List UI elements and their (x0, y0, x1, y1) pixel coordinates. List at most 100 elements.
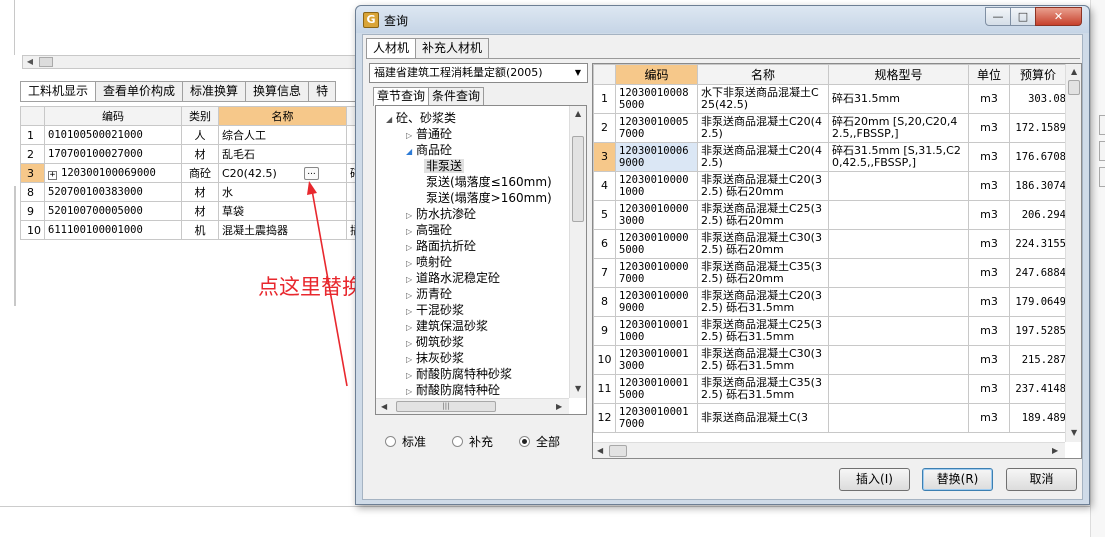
row-code[interactable]: +120300100069000 (44, 163, 182, 183)
minimize-icon[interactable]: — (985, 7, 1011, 26)
upper-horizontal-scrollbar[interactable]: ◀ (22, 55, 362, 69)
row-unit[interactable]: m3 (968, 84, 1010, 114)
table-row[interactable]: 7 120300100007000 非泵送商品混凝土C35(32.5) 砾石20mm… (593, 258, 1067, 288)
scroll-thumb[interactable] (572, 136, 584, 222)
tree-horizontal-scrollbar[interactable]: ◀ ||| ▶ (376, 398, 569, 414)
table-row[interactable]: 8 520700100383000 材 水 (20, 182, 387, 202)
row-spec[interactable] (828, 200, 969, 230)
col-header-name[interactable]: 名称 (218, 106, 347, 126)
row-code[interactable]: 611100100001000 (44, 220, 182, 240)
left-splitter[interactable] (14, 186, 20, 306)
row-code[interactable]: 120300100017000 (615, 403, 698, 433)
row-category[interactable]: 人 (181, 125, 219, 145)
radio-standard[interactable]: 标准 (385, 433, 426, 450)
row-spec[interactable] (828, 345, 969, 375)
row-code[interactable]: 520700100383000 (44, 182, 182, 202)
table-row-selected[interactable]: 3 +120300100069000 商砼 C20(42.5) 碎石3 (20, 163, 387, 183)
row-code[interactable]: 120300100011000 (615, 316, 698, 346)
replace-material-button[interactable]: ... (304, 167, 319, 180)
dialog-titlebar[interactable]: G 查询 — □ ✕ (356, 6, 1089, 33)
tab-condition-query[interactable]: 条件查询 (428, 87, 485, 105)
row-price[interactable]: 224.3155 (1009, 229, 1067, 259)
row-spec[interactable]: 碎石31.5mm (828, 84, 969, 114)
row-code[interactable]: 010100500021000 (44, 125, 182, 145)
side-button[interactable] (1099, 115, 1105, 135)
tree-item[interactable]: ▷ 路面抗折砼 (406, 238, 476, 254)
scroll-left-icon[interactable]: ◀ (381, 402, 387, 411)
tree-expanded-icon[interactable]: ◢ (386, 112, 396, 128)
radio-circle[interactable] (452, 436, 464, 447)
row-spec[interactable]: 碎石20mm [S,20,C20,42.5,,FBSSP,] (828, 113, 969, 143)
tree-item[interactable]: ▷ 干混砂浆 (406, 302, 464, 318)
side-button[interactable] (1099, 141, 1105, 161)
row-name[interactable]: C20(42.5) (218, 163, 347, 183)
row-name[interactable]: 非泵送商品混凝土C20(42.5) (697, 142, 829, 172)
col-header-code[interactable]: 编码 (615, 64, 698, 85)
tab-conversion-info[interactable]: 换算信息 (245, 81, 310, 101)
row-code[interactable]: 120300100007000 (615, 258, 698, 288)
tree-item[interactable]: ◢ 砼、砂浆类 (386, 110, 456, 126)
row-unit[interactable]: m3 (968, 171, 1010, 201)
table-row[interactable]: 2 120300100057000 非泵送商品混凝土C20(42.5) 碎石20mm … (593, 113, 1067, 143)
row-unit[interactable]: m3 (968, 229, 1010, 259)
row-spec[interactable] (828, 171, 969, 201)
row-spec[interactable] (828, 258, 969, 288)
row-price[interactable]: 197.5285 (1009, 316, 1067, 346)
row-unit[interactable]: m3 (968, 258, 1010, 288)
scroll-right-icon[interactable]: ▶ (556, 402, 562, 411)
table-row[interactable]: 4 120300100001000 非泵送商品混凝土C20(32.5) 砾石20mm… (593, 171, 1067, 201)
row-spec[interactable] (828, 229, 969, 259)
row-name[interactable]: 非泵送商品混凝土C20(42.5) (697, 113, 829, 143)
table-row[interactable]: 2 170700100027000 材 乱毛石 (20, 144, 387, 164)
radio-all[interactable]: 全部 (519, 433, 560, 450)
table-row[interactable]: 12 120300100017000 非泵送商品混凝土C(3 m3 189.489 (593, 403, 1067, 433)
expand-icon[interactable]: + (48, 170, 57, 180)
tab-materials[interactable]: 人材机 (366, 38, 417, 59)
replace-button[interactable]: 替换(R) (922, 468, 993, 491)
table-row[interactable]: 6 120300100005000 非泵送商品混凝土C30(32.5) 砾石20mm… (593, 229, 1067, 259)
row-price[interactable]: 186.3074 (1009, 171, 1067, 201)
tree-item-selected[interactable]: 非泵送 (424, 158, 465, 174)
scroll-up-icon[interactable]: ▲ (575, 109, 581, 118)
row-code[interactable]: 120300100009000 (615, 287, 698, 317)
result-vertical-scrollbar[interactable]: ▲ ▼ (1065, 64, 1081, 442)
tab-standard-conversion[interactable]: 标准换算 (182, 81, 247, 101)
row-code[interactable]: 120300100003000 (615, 200, 698, 230)
scroll-up-icon[interactable]: ▲ (1071, 67, 1077, 76)
row-unit[interactable]: m3 (968, 142, 1010, 172)
row-price[interactable]: 247.6884 (1009, 258, 1067, 288)
row-code[interactable]: 120300100015000 (615, 374, 698, 404)
row-price[interactable]: 172.1589 (1009, 113, 1067, 143)
tree-item[interactable]: ▷ 道路水泥稳定砼 (406, 270, 500, 286)
tab-chapter-query[interactable]: 章节查询 (373, 87, 430, 106)
side-button[interactable] (1099, 167, 1105, 187)
row-name[interactable]: 水下非泵送商品混凝土C25(42.5) (697, 84, 829, 114)
tree-item[interactable]: ◢ 商品砼 (406, 142, 452, 158)
row-code[interactable]: 120300100057000 (615, 113, 698, 143)
tree-vertical-scrollbar[interactable]: ▲ ▼ (569, 106, 586, 398)
row-name[interactable]: 乱毛石 (218, 144, 347, 164)
row-unit[interactable]: m3 (968, 200, 1010, 230)
row-spec[interactable] (828, 374, 969, 404)
row-spec[interactable]: 碎石31.5mm [S,31.5,C20,42.5,,FBSSP,] (828, 142, 969, 172)
scroll-thumb[interactable]: ||| (396, 401, 496, 412)
table-row[interactable]: 11 120300100015000 非泵送商品混凝土C35(32.5) 砾石31.… (593, 374, 1067, 404)
row-price[interactable]: 215.287 (1009, 345, 1067, 375)
col-header-category[interactable]: 类别 (181, 106, 219, 126)
table-row[interactable]: 10 611100100001000 机 混凝土震捣器 插入式 (20, 220, 387, 240)
row-spec[interactable] (828, 403, 969, 433)
chevron-down-icon[interactable]: ▼ (571, 64, 585, 82)
row-spec[interactable] (828, 316, 969, 346)
radio-supplementary[interactable]: 补充 (452, 433, 493, 450)
col-header-unit[interactable]: 单位 (968, 64, 1010, 85)
row-unit[interactable]: m3 (968, 316, 1010, 346)
row-unit[interactable]: m3 (968, 403, 1010, 433)
scroll-left-icon[interactable]: ◀ (23, 56, 37, 68)
row-name[interactable]: 草袋 (218, 201, 347, 221)
row-name[interactable]: 非泵送商品混凝土C25(32.5) 砾石31.5mm (697, 316, 829, 346)
tab-unit-price[interactable]: 查看单价构成 (95, 81, 184, 101)
table-row-selected[interactable]: 3 120300100069000 非泵送商品混凝土C20(42.5) 碎石31.5m… (593, 142, 1067, 172)
scroll-right-icon[interactable]: ▶ (1052, 446, 1058, 455)
radio-circle[interactable] (385, 436, 396, 447)
row-price[interactable]: 176.6708 (1009, 142, 1067, 172)
